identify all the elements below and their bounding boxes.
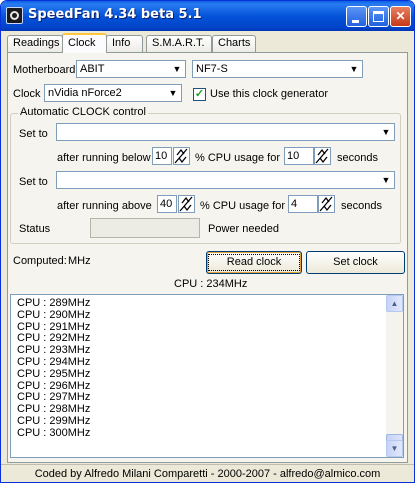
motherboard-model-value: NF7-S <box>196 63 228 75</box>
clock-label: Clock <box>13 88 41 100</box>
list-item: CPU : 290MHz <box>17 308 91 321</box>
chevron-down-icon[interactable]: ▼ <box>166 86 180 100</box>
list-item: CPU : 299MHz <box>17 414 91 427</box>
list-item: CPU : 297MHz <box>17 391 91 404</box>
speedfan-window: SpeedFan 4.34 beta 5.1 ✕ Readings Clock … <box>0 0 415 483</box>
log-scrollbar[interactable]: ▲ ▼ <box>386 295 403 457</box>
tab-smart[interactable]: S.M.A.R.T. <box>146 35 212 52</box>
set-to-label-2: Set to <box>19 176 48 188</box>
chevron-down-icon[interactable]: ▼ <box>379 173 393 187</box>
motherboard-vendor-value: ABIT <box>80 63 105 75</box>
close-icon[interactable]: ✕ <box>390 6 411 27</box>
window-title: SpeedFan 4.34 beta 5.1 <box>28 7 202 22</box>
tab-readings[interactable]: Readings <box>7 35 63 52</box>
automatic-clock-title: Automatic CLOCK control <box>18 106 148 118</box>
list-item: CPU : 300MHz <box>17 426 91 439</box>
below-middle-text: % CPU usage for <box>195 152 280 164</box>
list-item: CPU : 296MHz <box>17 379 91 392</box>
computed-value: MHz <box>68 255 91 267</box>
status-value <box>90 218 200 238</box>
above-seconds-suffix: seconds <box>341 200 382 212</box>
tab-charts[interactable]: Charts <box>212 35 256 52</box>
set-clock-button[interactable]: Set clock <box>306 251 405 274</box>
computed-label: Computed: <box>13 255 67 267</box>
above-cpu-pct-input[interactable]: 40 <box>157 195 177 213</box>
below-seconds-input[interactable]: 10 <box>284 147 314 165</box>
below-prefix: after running below <box>57 152 151 164</box>
cpu-readout: CPU : 234MHz <box>174 278 248 290</box>
checkmark-icon: ✓ <box>194 88 205 100</box>
above-seconds-input[interactable]: 4 <box>288 195 318 213</box>
spin-arrows-icon[interactable] <box>318 195 335 213</box>
list-item: CPU : 289MHz <box>17 297 91 309</box>
use-generator-label: Use this clock generator <box>210 88 328 100</box>
tab-clock[interactable]: Clock <box>62 33 107 53</box>
list-item: CPU : 294MHz <box>17 355 91 368</box>
list-item: CPU : 293MHz <box>17 344 91 357</box>
title-bar[interactable]: SpeedFan 4.34 beta 5.1 ✕ <box>1 1 414 31</box>
status-label: Status <box>19 223 51 235</box>
set-to-below-select[interactable]: ▼ <box>56 123 395 141</box>
chevron-down-icon[interactable]: ▼ <box>347 62 361 76</box>
read-clock-button[interactable]: Read clock <box>206 251 302 274</box>
status-bar: Coded by Alfredo Milani Comparetti - 200… <box>1 464 414 482</box>
speedfan-fan-icon[interactable] <box>6 7 23 24</box>
motherboard-model-select[interactable]: NF7-S ▼ <box>192 60 363 78</box>
clock-generator-select[interactable]: nVidia nForce2 ▼ <box>44 84 182 102</box>
list-item: CPU : 292MHz <box>17 332 91 345</box>
list-item: CPU : 291MHz <box>17 320 91 333</box>
below-cpu-pct-input[interactable]: 10 <box>152 147 172 165</box>
spin-arrows-icon[interactable] <box>173 147 190 165</box>
tab-info[interactable]: Info <box>106 35 143 52</box>
scroll-up-icon[interactable]: ▲ <box>386 295 403 312</box>
motherboard-label: Motherboard <box>13 64 76 76</box>
scroll-down-icon[interactable]: ▼ <box>386 440 403 457</box>
spin-arrows-icon[interactable] <box>178 195 195 213</box>
clock-generator-value: nVidia nForce2 <box>48 87 122 99</box>
minimize-icon[interactable] <box>346 6 367 27</box>
below-seconds-suffix: seconds <box>337 152 378 164</box>
power-needed-text: Power needed <box>208 223 279 235</box>
above-prefix: after running above <box>57 200 152 212</box>
spin-arrows-icon[interactable] <box>314 147 331 165</box>
above-middle-text: % CPU usage for <box>200 200 285 212</box>
read-clock-button-label: Read clock <box>207 254 301 271</box>
maximize-icon[interactable] <box>368 6 389 27</box>
set-to-above-select[interactable]: ▼ <box>56 171 395 189</box>
use-generator-checkbox[interactable]: ✓ <box>193 88 206 101</box>
chevron-down-icon[interactable]: ▼ <box>170 62 184 76</box>
chevron-down-icon[interactable]: ▼ <box>379 125 393 139</box>
set-to-label-1: Set to <box>19 128 48 140</box>
motherboard-vendor-select[interactable]: ABIT ▼ <box>76 60 186 78</box>
list-item: CPU : 295MHz <box>17 367 91 380</box>
log-lines: CPU : 289MHz CPU : 290MHz CPU : 291MHz C… <box>17 297 377 439</box>
clock-log-list[interactable]: CPU : 289MHz CPU : 290MHz CPU : 291MHz C… <box>10 294 404 458</box>
list-item: CPU : 298MHz <box>17 403 91 416</box>
